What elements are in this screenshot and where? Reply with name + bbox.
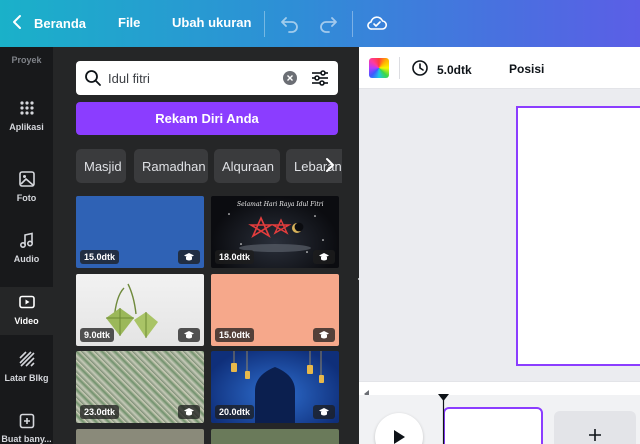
duration-badge: 20.0dtk — [215, 405, 255, 419]
duration-badge: 15.0dtk — [215, 328, 255, 342]
position-button[interactable]: Posisi — [509, 62, 544, 76]
cloud-check-icon — [366, 16, 388, 38]
video-thumbnail[interactable]: 15.0dtk — [211, 274, 339, 346]
thumbnail-caption: Selamat Hari Raya Idul Fitri — [237, 201, 324, 208]
file-menu-button[interactable]: File — [118, 15, 140, 30]
duration-button[interactable]: 5.0dtk — [411, 59, 472, 80]
video-thumbnail[interactable]: 20.0dtk — [211, 351, 339, 423]
video-thumbnail[interactable]: 15.0dtk — [76, 196, 204, 268]
rail-item-label: Aplikasi — [9, 122, 44, 132]
background-color-button[interactable] — [369, 58, 389, 78]
rail-item-photos[interactable]: Foto — [0, 169, 53, 213]
video-thumbnail[interactable]: 23.0dtk — [76, 351, 204, 423]
photo-icon — [18, 169, 36, 189]
video-thumbnail[interactable] — [76, 429, 204, 444]
premium-cap-icon — [178, 250, 200, 264]
topbar-divider — [352, 11, 353, 37]
play-icon — [392, 429, 406, 444]
video-thumbnail[interactable]: 9.0dtk — [76, 274, 204, 346]
timeline-clip[interactable] — [443, 407, 543, 444]
rail-item-label: Proyek — [11, 55, 42, 65]
music-note-icon — [18, 230, 36, 250]
top-bar: Beranda File Ubah ukuran — [0, 0, 640, 47]
rail-item-background[interactable]: Latar Blkg — [0, 349, 53, 393]
left-rail: Proyek Aplikasi Foto Audio Video Latar B… — [0, 47, 53, 444]
timeline-scrollbar[interactable] — [359, 381, 640, 398]
add-page-button[interactable] — [554, 411, 636, 444]
category-chips: Masjid Ramadhan Alquraan Lebaran — [76, 149, 342, 183]
rail-item-label: Video — [14, 316, 39, 326]
topbar-divider — [264, 11, 265, 37]
chip-ramadhan[interactable]: Ramadhan — [134, 149, 208, 183]
filter-icon[interactable] — [310, 68, 330, 93]
rail-item-audio[interactable]: Audio — [0, 230, 53, 274]
chevron-right-icon[interactable] — [325, 157, 335, 178]
premium-cap-icon — [178, 328, 200, 342]
clear-search-icon[interactable] — [283, 71, 297, 90]
chip-masjid[interactable]: Masjid — [76, 149, 126, 183]
search-icon — [84, 69, 102, 92]
play-button[interactable] — [375, 413, 423, 444]
timeline — [359, 395, 640, 444]
rail-item-label: Latar Blkg — [4, 373, 49, 383]
rail-item-apps[interactable]: Aplikasi — [0, 95, 53, 141]
undo-button[interactable] — [280, 13, 300, 38]
rail-item-video[interactable]: Video — [0, 287, 53, 335]
premium-cap-icon — [313, 328, 335, 342]
undo-icon — [280, 17, 300, 37]
duration-badge: 23.0dtk — [80, 405, 120, 419]
rail-item-label: Audio — [13, 254, 40, 264]
duration-badge: 15.0dtk — [80, 250, 120, 264]
chevron-left-icon — [12, 14, 22, 33]
add-folder-icon — [18, 412, 36, 430]
premium-cap-icon — [313, 405, 335, 419]
premium-cap-icon — [178, 405, 200, 419]
video-thumbnail[interactable]: Selamat Hari Raya Idul Fitri 18.0dtk — [211, 196, 339, 268]
video-thumbnail[interactable] — [211, 429, 339, 444]
rail-item-projects[interactable]: Proyek — [0, 55, 53, 65]
plus-icon — [588, 425, 602, 444]
rail-item-label: Buat bany... — [1, 434, 52, 444]
redo-button[interactable] — [318, 13, 338, 38]
editor-toolbar: 5.0dtk Posisi — [359, 47, 640, 89]
chip-alquraan[interactable]: Alquraan — [214, 149, 280, 183]
duration-label: 5.0dtk — [437, 62, 472, 77]
video-panel: Rekam Diri Anda Masjid Ramadhan Alquraan… — [53, 47, 359, 444]
search-input[interactable] — [108, 68, 278, 88]
video-icon — [18, 292, 36, 312]
toolbar-divider — [399, 57, 400, 79]
duration-badge: 9.0dtk — [80, 328, 115, 342]
record-yourself-button[interactable]: Rekam Diri Anda — [76, 102, 338, 135]
clock-icon — [411, 59, 429, 80]
resize-button[interactable]: Ubah ukuran — [172, 15, 251, 30]
playhead-marker[interactable] — [438, 394, 449, 444]
home-label: Beranda — [34, 16, 87, 31]
cloud-save-button[interactable] — [366, 12, 388, 39]
rail-item-create-folder[interactable]: Buat bany... — [0, 412, 53, 444]
apps-grid-icon — [19, 98, 35, 118]
canvas-area — [359, 89, 640, 381]
duration-badge: 18.0dtk — [215, 250, 255, 264]
premium-cap-icon — [313, 250, 335, 264]
search-box — [76, 61, 338, 95]
home-back-button[interactable]: Beranda — [12, 14, 86, 33]
rail-item-label: Foto — [16, 193, 37, 203]
redo-icon — [318, 17, 338, 37]
background-pattern-icon — [18, 349, 36, 369]
design-page[interactable] — [516, 106, 640, 366]
